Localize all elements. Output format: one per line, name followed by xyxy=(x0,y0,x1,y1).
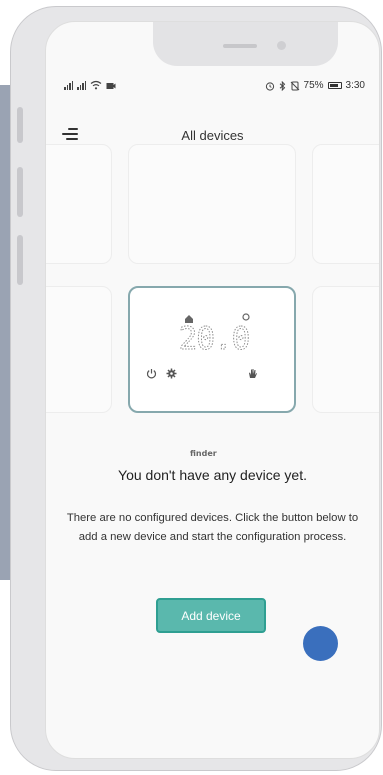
device-preview-card: 20.0 finder xyxy=(128,286,296,458)
gear-icon xyxy=(166,368,177,379)
status-time: 3:30 xyxy=(345,80,365,91)
no-sim-icon xyxy=(290,81,299,90)
power-icon xyxy=(146,369,157,379)
phone-frame: 75% 3:30 All devices 20.0 finder You don… xyxy=(10,6,382,771)
wifi-icon xyxy=(90,80,102,90)
placeholder-device-card xyxy=(46,144,112,264)
tap-indicator xyxy=(303,626,338,661)
front-camera xyxy=(277,41,286,50)
bluetooth-icon xyxy=(279,80,285,91)
placeholder-device-card xyxy=(312,286,379,413)
cellular-signal-icon xyxy=(77,81,86,90)
phone-screen: 75% 3:30 All devices 20.0 finder You don… xyxy=(45,21,380,759)
page-title: All devices xyxy=(181,128,244,143)
cellular-signal-icon xyxy=(64,81,73,90)
device-display: 20.0 xyxy=(178,313,251,358)
phone-notch xyxy=(153,22,338,66)
status-bar: 75% 3:30 xyxy=(64,80,365,94)
empty-state-description: There are no configured devices. Click t… xyxy=(66,512,359,543)
device-control-row: finder xyxy=(130,368,294,458)
alarm-icon xyxy=(265,81,274,91)
battery-icon xyxy=(327,82,342,89)
placeholder-device-card xyxy=(312,144,379,264)
phone-volume-up-button xyxy=(17,167,23,217)
placeholder-device-card xyxy=(128,144,296,264)
hand-icon xyxy=(249,369,257,378)
phone-volume-down-button xyxy=(17,235,23,285)
empty-state-title: You don't have any device yet. xyxy=(118,467,307,483)
speaker-grille xyxy=(223,44,257,48)
status-ring-icon xyxy=(242,313,250,321)
status-left xyxy=(64,80,116,90)
add-device-button[interactable]: Add device xyxy=(156,598,266,633)
device-temperature: 20.0 xyxy=(179,321,250,357)
brand-logo: finder xyxy=(190,449,217,458)
battery-percent: 75% xyxy=(303,80,324,91)
notification-icon xyxy=(106,83,116,89)
status-right: 75% 3:30 xyxy=(265,80,365,91)
phone-side-button xyxy=(17,107,23,143)
placeholder-device-card xyxy=(46,286,112,413)
